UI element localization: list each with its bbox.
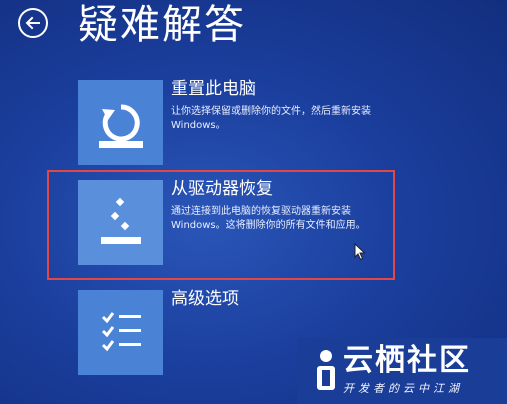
option-title: 重置此电脑 — [171, 79, 256, 99]
watermark-logo-icon — [317, 350, 335, 390]
page-title: 疑难解答 — [78, 2, 246, 48]
watermark: 云栖社区 开发者的云中江湖 — [297, 338, 507, 404]
option-description: 通过连接到此电脑的恢复驱动器重新安装 Windows。这将删除你的所有文件和应用… — [171, 206, 366, 231]
checklist-icon — [101, 311, 141, 351]
option-tile — [78, 180, 163, 265]
watermark-title: 云栖社区 — [343, 343, 471, 378]
back-button[interactable] — [18, 8, 48, 38]
option-title: 从驱动器恢复 — [171, 179, 273, 199]
option-tile — [78, 290, 163, 375]
refresh-pc-icon — [98, 103, 143, 148]
watermark-subtitle: 开发者的云中江湖 — [343, 382, 463, 395]
mouse-cursor-icon — [354, 243, 366, 261]
option-description: 让你选择保留或删除你的文件，然后重新安装 Windows。 — [171, 106, 371, 131]
recover-from-drive-icon — [100, 197, 141, 244]
option-tile — [78, 80, 163, 165]
option-reset-pc[interactable]: 重置此电脑 让你选择保留或删除你的文件，然后重新安装 Windows。 — [78, 79, 408, 165]
option-title: 高级选项 — [171, 289, 239, 309]
back-arrow-icon — [25, 16, 40, 30]
